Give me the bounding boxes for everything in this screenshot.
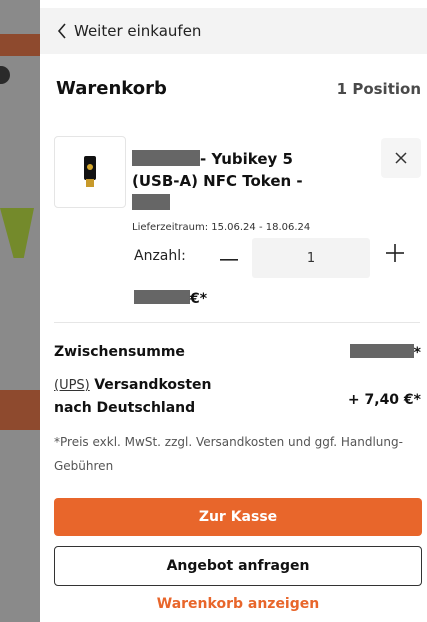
subtotal-label: Zwischensumme [54,344,185,360]
cart-title: Warenkorb [56,78,167,99]
divider [54,322,420,323]
quantity-decrease-button[interactable] [216,242,242,268]
shipping-label-line1: Versandkosten [94,377,212,393]
product-name[interactable]: - Yubikey 5 (USB-A) NFC Token - [132,148,342,214]
product-name-line1: - Yubikey 5 [200,150,293,168]
redacted-text [349,344,414,358]
product-image[interactable] [54,136,126,208]
request-quote-button[interactable]: Angebot anfragen [54,546,422,586]
background-green-shape [0,208,34,258]
delivery-period: Lieferzeitraum: 15.06.24 - 18.06.24 [132,222,311,233]
close-icon [395,149,407,168]
product-name-line2: (USB-A) NFC Token - [132,172,303,190]
continue-shopping-label: Weiter einkaufen [74,22,202,40]
background-orange-block [0,390,40,430]
position-count: 1 Position [336,80,421,98]
background-icon [0,66,10,84]
background-orange-bar [0,34,40,56]
item-price: €* [134,290,207,307]
redacted-text [134,290,190,304]
minus-icon [220,246,238,265]
quantity-label: Anzahl: [134,248,186,264]
cart-drawer: Weiter einkaufen Warenkorb 1 Position - … [40,0,427,622]
continue-shopping-button[interactable]: Weiter einkaufen [40,8,427,54]
price-disclaimer: *Preis exkl. MwSt. zzgl. Versandkosten u… [54,435,403,473]
redacted-text [132,194,170,210]
shipping-cost: + 7,40 €* [347,392,421,408]
quantity-increase-button[interactable] [382,242,408,268]
subtotal-value: * [349,344,421,361]
background-page [0,0,40,622]
checkout-button[interactable]: Zur Kasse [54,498,422,536]
remove-item-button[interactable] [381,138,421,178]
shipping-carrier-link[interactable]: (UPS) [54,378,90,393]
shipping-info: (UPS) Versandkosten nach Deutschland [54,374,274,419]
plus-icon [386,244,404,266]
redacted-text [132,150,200,166]
view-cart-link[interactable]: Warenkorb anzeigen [54,596,422,612]
item-price-suffix: €* [190,291,208,307]
quantity-input[interactable] [252,238,370,278]
subtotal-suffix: * [413,345,421,361]
yubikey-icon [84,156,96,188]
shipping-label-line2: nach Deutschland [54,400,196,416]
chevron-left-icon [54,22,70,40]
